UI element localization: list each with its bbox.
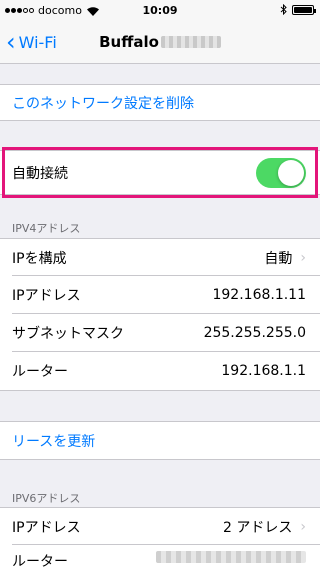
toggle-knob: [278, 159, 304, 186]
ipv6-router-row: ルーター: [0, 545, 320, 569]
redacted-router-value: [156, 551, 306, 563]
router-row: ルーター 192.168.1.1: [0, 352, 320, 391]
network-name: Buffalo: [99, 33, 159, 51]
forget-network-button[interactable]: このネットワーク設定を削除: [0, 84, 320, 121]
ipv6-address-row[interactable]: IPアドレス 2 アドレス ›: [0, 507, 320, 545]
chevron-right-icon: ›: [300, 249, 306, 266]
router-value: 192.168.1.1: [221, 363, 306, 379]
subnet-mask-label: サブネットマスク: [12, 326, 124, 342]
ip-address-row: IPアドレス 192.168.1.11: [0, 276, 320, 314]
renew-lease-label: リースを更新: [12, 433, 96, 450]
ipv6-router-label: ルーター: [12, 554, 68, 569]
subnet-mask-value: 255.255.255.0: [203, 325, 306, 341]
router-label: ルーター: [12, 364, 68, 380]
status-bar: docomo 10:09: [0, 0, 320, 20]
configure-ip-row[interactable]: IPを構成 自動 ›: [0, 238, 320, 276]
ipv6-address-value: 2 アドレス: [223, 519, 293, 536]
ipv4-section-header: IPV4アドレス: [12, 222, 81, 235]
redacted-name: [160, 36, 221, 48]
battery-icon: [292, 4, 316, 15]
configure-ip-value: 自動: [264, 250, 293, 267]
ip-address-value: 192.168.1.11: [212, 287, 306, 303]
auto-join-toggle[interactable]: [256, 157, 306, 188]
chevron-right-icon: ›: [300, 518, 306, 535]
page-title: Buffalo: [0, 20, 320, 64]
navigation-bar: ‹ Wi-Fi Buffalo: [0, 20, 320, 64]
bluetooth-icon: [280, 4, 287, 15]
auto-join-row: 自動接続: [0, 150, 320, 195]
status-right: [280, 4, 316, 15]
forget-network-label: このネットワーク設定を削除: [12, 95, 194, 112]
renew-lease-button[interactable]: リースを更新: [0, 421, 320, 460]
configure-ip-label: IPを構成: [12, 250, 67, 267]
subnet-mask-row: サブネットマスク 255.255.255.0: [0, 314, 320, 352]
ipv6-address-label: IPアドレス: [12, 519, 81, 536]
ipv6-section-header: IPV6アドレス: [12, 492, 81, 505]
status-time: 10:09: [142, 4, 178, 17]
ip-address-label: IPアドレス: [12, 288, 81, 304]
auto-join-label: 自動接続: [12, 165, 68, 182]
